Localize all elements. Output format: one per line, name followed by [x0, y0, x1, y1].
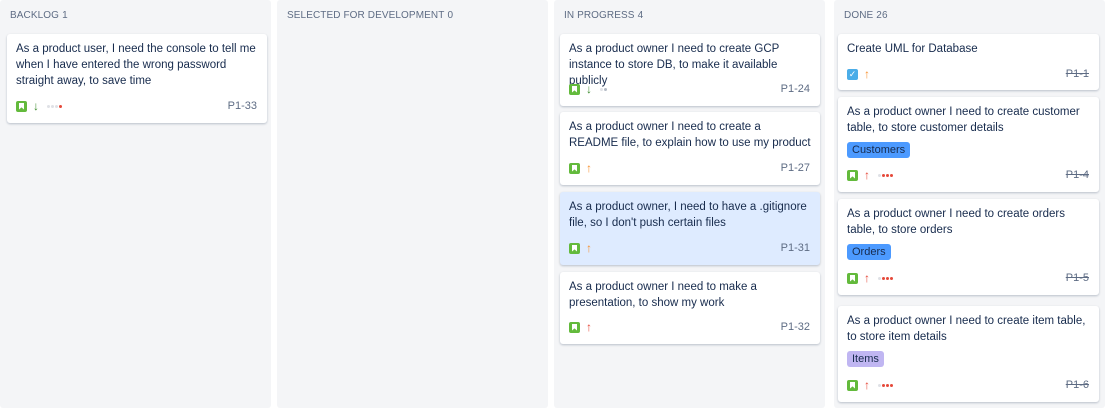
arrow-up-icon: ↑ [864, 67, 870, 81]
card-footer: ↑ P1-5 [847, 271, 1089, 285]
column-header: BACKLOG 1 [10, 10, 68, 21]
card-title: As a product owner I need to create item… [847, 315, 1086, 343]
card-title: As a product owner I need to create cust… [847, 106, 1080, 134]
column-count: 26 [876, 10, 888, 21]
issue-key[interactable]: P1-5 [1066, 272, 1089, 284]
issue-key[interactable]: P1-32 [781, 321, 810, 333]
column-selected-for-development: SELECTED FOR DEVELOPMENT 0 [277, 0, 548, 408]
issue-card[interactable]: As a product user, I need the console to… [7, 34, 267, 123]
column-title: BACKLOG [10, 10, 60, 21]
column-title: SELECTED FOR DEVELOPMENT [287, 10, 445, 21]
column-done: DONE 26 Create UML for Database ✓ ↑ P1-1 … [834, 0, 1105, 408]
issue-card[interactable]: As a product owner I need to create a RE… [560, 112, 820, 185]
column-header: DONE 26 [844, 10, 888, 21]
status-dots-icon [600, 87, 607, 91]
card-title: As a product owner I need to create orde… [847, 208, 1065, 236]
story-icon [847, 169, 858, 181]
column-backlog: BACKLOG 1 As a product user, I need the c… [0, 0, 271, 408]
arrow-down-icon: ↓ [33, 99, 39, 113]
column-count: 4 [637, 10, 644, 21]
story-icon [847, 379, 858, 391]
story-icon [569, 162, 580, 174]
card-footer: ↑ P1-32 [569, 320, 810, 334]
column-header: IN PROGRESS 4 [564, 10, 643, 21]
story-icon [569, 83, 580, 95]
card-footer: ↑ P1-6 [847, 378, 1089, 392]
story-icon [847, 272, 858, 284]
card-title: As a product owner I need to make a pres… [569, 281, 757, 309]
epic-label: Orders [847, 244, 891, 260]
issue-key[interactable]: P1-27 [781, 162, 810, 174]
arrow-up-icon: ↑ [586, 320, 592, 334]
arrow-up-icon: ↑ [586, 241, 592, 255]
card-title: Create UML for Database [847, 43, 978, 55]
issue-card[interactable]: As a product owner I need to create orde… [838, 199, 1099, 295]
issue-card[interactable]: As a product owner I need to create GCP … [560, 34, 820, 106]
column-title: DONE [844, 10, 874, 21]
card-footer: ↓ P1-33 [16, 99, 257, 113]
issue-card[interactable]: As a product owner I need to create cust… [838, 97, 1099, 192]
card-footer: ↓ P1-24 [569, 82, 810, 96]
issue-key[interactable]: P1-4 [1066, 169, 1089, 181]
issue-card[interactable]: As a product owner I need to create item… [838, 306, 1099, 402]
card-title: As a product user, I need the console to… [16, 43, 256, 87]
arrow-down-icon: ↓ [586, 82, 592, 96]
card-footer: ✓ ↑ P1-1 [847, 67, 1089, 81]
story-icon [569, 242, 580, 254]
status-dots-icon [878, 173, 893, 177]
issue-key[interactable]: P1-33 [228, 100, 257, 112]
card-title: As a product owner, I need to have a .gi… [569, 201, 807, 229]
issue-key[interactable]: P1-6 [1066, 379, 1089, 391]
epic-label: Customers [847, 142, 911, 158]
issue-card[interactable]: As a product owner, I need to have a .gi… [560, 192, 820, 265]
issue-key[interactable]: P1-24 [781, 83, 810, 95]
status-dots-icon [47, 104, 62, 108]
card-footer: ↑ P1-31 [569, 241, 810, 255]
arrow-up-icon: ↑ [586, 161, 592, 175]
issue-card[interactable]: Create UML for Database ✓ ↑ P1-1 [838, 34, 1099, 90]
story-icon [569, 321, 580, 333]
status-dots-icon [878, 383, 893, 387]
column-in-progress: IN PROGRESS 4 As a product owner I need t… [554, 0, 825, 408]
card-footer: ↑ P1-4 [847, 168, 1089, 182]
column-title: IN PROGRESS [564, 10, 635, 21]
story-icon [16, 100, 27, 112]
arrow-up-icon: ↑ [864, 271, 870, 285]
column-count: 0 [447, 10, 454, 21]
arrow-up-icon: ↑ [864, 168, 870, 182]
card-title: As a product owner I need to create a RE… [569, 121, 811, 149]
epic-label: Items [847, 351, 884, 367]
issue-key[interactable]: P1-1 [1066, 68, 1089, 80]
column-header: SELECTED FOR DEVELOPMENT 0 [287, 10, 453, 21]
status-dots-icon [878, 276, 893, 280]
issue-key[interactable]: P1-31 [781, 242, 810, 254]
checkbox-task-icon: ✓ [847, 68, 858, 80]
arrow-up-icon: ↑ [864, 378, 870, 392]
issue-card[interactable]: As a product owner I need to make a pres… [560, 272, 820, 344]
card-footer: ↑ P1-27 [569, 161, 810, 175]
column-count: 1 [62, 10, 68, 21]
